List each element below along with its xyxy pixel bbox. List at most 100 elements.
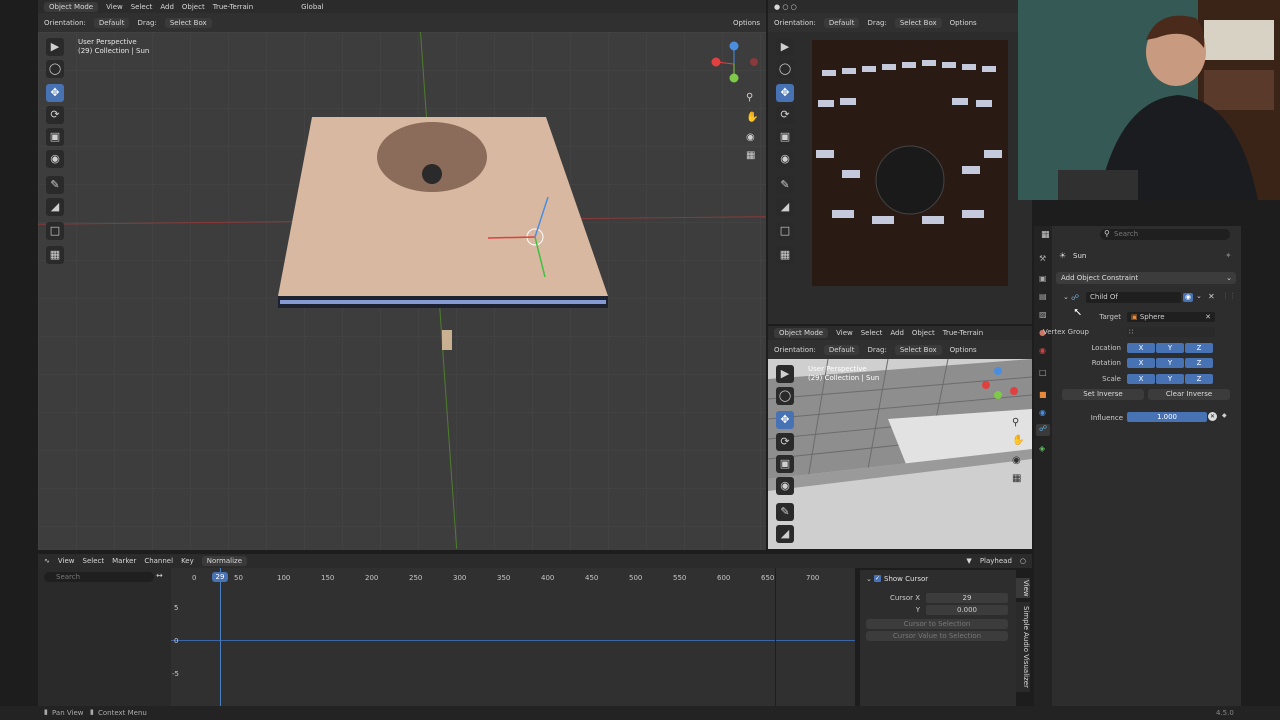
side-menu-view[interactable]: View bbox=[836, 329, 853, 337]
menu-object[interactable]: Object bbox=[182, 3, 205, 11]
mode-dropdown[interactable]: Object Mode bbox=[44, 1, 99, 12]
side-navigation-gizmo[interactable] bbox=[978, 365, 1028, 411]
cursor-to-selection-button[interactable]: Cursor to Selection bbox=[866, 619, 1008, 629]
current-frame-indicator[interactable]: 29 bbox=[212, 572, 228, 582]
location-y-toggle[interactable]: Y bbox=[1156, 343, 1184, 353]
normalize-toggle[interactable]: Normalize bbox=[201, 556, 248, 566]
graph-menu-channel[interactable]: Channel bbox=[144, 557, 173, 565]
graph-area[interactable] bbox=[171, 568, 855, 706]
scale-x-toggle[interactable]: X bbox=[1127, 374, 1155, 384]
render-cursor-tool-icon[interactable]: ◯ bbox=[776, 60, 794, 78]
scale-tool-icon[interactable]: ▣ bbox=[46, 128, 64, 146]
influence-slider[interactable]: 1.000 bbox=[1127, 412, 1207, 422]
cursor-x-field[interactable]: 29 bbox=[926, 593, 1008, 603]
show-cursor-collapse-icon[interactable]: ⌄ bbox=[866, 575, 872, 583]
side-menu-true-terrain[interactable]: True-Terrain bbox=[943, 329, 983, 337]
render-scale-tool-icon[interactable]: ▣ bbox=[776, 128, 794, 146]
side-scale-tool-icon[interactable]: ▣ bbox=[776, 455, 794, 473]
filter-icon[interactable]: ▼ bbox=[966, 557, 971, 565]
side-menu-add[interactable]: Add bbox=[890, 329, 904, 337]
lamp-object[interactable] bbox=[442, 330, 452, 350]
select-tool-icon[interactable]: ▶ bbox=[46, 38, 64, 56]
tab-render-icon[interactable]: ▣ bbox=[1039, 274, 1047, 283]
camera-icon[interactable]: ◉ bbox=[746, 132, 755, 143]
options-button[interactable]: Options bbox=[733, 19, 760, 27]
transform-orientation-dropdown[interactable]: Global bbox=[301, 3, 323, 11]
render-viewport[interactable]: ▶ ◯ ✥ ⟳ ▣ ◉ ✎ ◢ □ ▦ bbox=[768, 32, 1032, 324]
cursor-tool-icon[interactable]: ◯ bbox=[46, 60, 64, 78]
side-rotate-tool-icon[interactable]: ⟳ bbox=[776, 433, 794, 451]
sidebar-tab-audio-visualizer[interactable]: Simple Audio Visualizer bbox=[1016, 602, 1030, 692]
cursor-y-field[interactable]: 0.000 bbox=[926, 605, 1008, 615]
side-pan-hand-icon[interactable]: ✋ bbox=[1012, 435, 1024, 446]
graph-search-field[interactable]: Search bbox=[44, 572, 154, 582]
navigation-gizmo[interactable] bbox=[708, 40, 764, 90]
render-add-plane-tool-icon[interactable]: ▦ bbox=[776, 246, 794, 264]
constraint-menu-icon[interactable]: ⌄ bbox=[1196, 292, 1202, 300]
location-x-toggle[interactable]: X bbox=[1127, 343, 1155, 353]
side-ortho-grid-icon[interactable]: ▦ bbox=[1012, 473, 1021, 484]
set-inverse-button[interactable]: Set Inverse bbox=[1062, 389, 1144, 400]
render-transform-tool-icon[interactable]: ◉ bbox=[776, 150, 794, 168]
render-orientation-dropdown[interactable]: Default bbox=[823, 17, 860, 28]
constraint-delete-icon[interactable]: ✕ bbox=[1208, 292, 1215, 301]
vertex-group-field[interactable]: ∷ bbox=[1127, 327, 1215, 337]
main-viewport[interactable]: User Perspective (29) Collection | Sun ▶… bbox=[38, 32, 766, 550]
rotation-y-toggle[interactable]: Y bbox=[1156, 358, 1184, 368]
add-plane-tool-icon[interactable]: ▦ bbox=[46, 246, 64, 264]
proportional-edit-icon[interactable]: ○ bbox=[1020, 557, 1026, 565]
graph-menu-key[interactable]: Key bbox=[181, 557, 194, 565]
side-menu-object[interactable]: Object bbox=[912, 329, 935, 337]
zoom-icon[interactable]: ⚲ bbox=[746, 92, 753, 103]
side-orientation-dropdown[interactable]: Default bbox=[823, 344, 860, 355]
constraint-collapse-icon[interactable]: ⌄ bbox=[1063, 293, 1069, 301]
tab-constraints-icon[interactable]: ☍ bbox=[1036, 424, 1050, 436]
playhead-dropdown[interactable]: Playhead bbox=[980, 557, 1012, 565]
graph-menu-select[interactable]: Select bbox=[83, 557, 105, 565]
side-viewport[interactable]: User Perspective (29) Collection | Sun ▶… bbox=[768, 359, 1032, 549]
rotation-z-toggle[interactable]: Z bbox=[1185, 358, 1213, 368]
scale-z-toggle[interactable]: Z bbox=[1185, 374, 1213, 384]
measure-tool-icon[interactable]: ◢ bbox=[46, 198, 64, 216]
side-options-button[interactable]: Options bbox=[950, 346, 977, 354]
side-transform-tool-icon[interactable]: ◉ bbox=[776, 477, 794, 495]
drag-handle-icon[interactable]: ⋮⋮ bbox=[1222, 292, 1236, 300]
annotate-tool-icon[interactable]: ✎ bbox=[46, 176, 64, 194]
transform-tool-icon[interactable]: ◉ bbox=[46, 150, 64, 168]
move-tool-icon[interactable]: ✥ bbox=[46, 84, 64, 102]
render-options-button[interactable]: Options bbox=[950, 19, 977, 27]
side-camera-icon[interactable]: ◉ bbox=[1012, 455, 1021, 466]
render-select-tool-icon[interactable]: ▶ bbox=[776, 38, 794, 56]
properties-search-field[interactable]: Search bbox=[1100, 229, 1230, 240]
rotate-tool-icon[interactable]: ⟳ bbox=[46, 106, 64, 124]
location-z-toggle[interactable]: Z bbox=[1185, 343, 1213, 353]
clear-inverse-button[interactable]: Clear Inverse bbox=[1148, 389, 1230, 400]
clear-target-icon[interactable]: ✕ bbox=[1205, 312, 1211, 322]
render-add-cube-tool-icon[interactable]: □ bbox=[776, 222, 794, 240]
show-cursor-checkbox[interactable]: ✓ bbox=[874, 575, 881, 582]
side-annotate-tool-icon[interactable]: ✎ bbox=[776, 503, 794, 521]
menu-true-terrain[interactable]: True-Terrain bbox=[213, 3, 253, 11]
swap-arrows-icon[interactable]: ↔ bbox=[156, 571, 163, 580]
target-field[interactable]: ▣ Sphere ✕ bbox=[1127, 312, 1215, 322]
constraint-name-field[interactable]: Child Of bbox=[1086, 292, 1181, 303]
side-mode-dropdown[interactable]: Object Mode bbox=[774, 328, 829, 338]
tab-physics-icon[interactable]: ◉ bbox=[1039, 408, 1046, 417]
rotation-x-toggle[interactable]: X bbox=[1127, 358, 1155, 368]
sidebar-tab-view[interactable]: View bbox=[1016, 578, 1030, 598]
render-measure-tool-icon[interactable]: ◢ bbox=[776, 198, 794, 216]
side-select-tool-icon[interactable]: ▶ bbox=[776, 365, 794, 383]
keyframe-dot-icon[interactable]: ◆ bbox=[1222, 412, 1227, 419]
scale-y-toggle[interactable]: Y bbox=[1156, 374, 1184, 384]
render-annotate-tool-icon[interactable]: ✎ bbox=[776, 176, 794, 194]
tab-tool-icon[interactable]: ⚒ bbox=[1039, 254, 1046, 263]
side-cursor-tool-icon[interactable]: ◯ bbox=[776, 387, 794, 405]
side-drag-dropdown[interactable]: Select Box bbox=[894, 344, 942, 355]
tab-data-icon[interactable]: ◈ bbox=[1039, 444, 1045, 453]
add-cube-tool-icon[interactable]: □ bbox=[46, 222, 64, 240]
tab-output-icon[interactable]: ▤ bbox=[1039, 292, 1047, 301]
influence-disable-icon[interactable]: ✕ bbox=[1208, 412, 1217, 421]
side-measure-tool-icon[interactable]: ◢ bbox=[776, 525, 794, 543]
pin-icon[interactable]: ✦ bbox=[1225, 251, 1232, 260]
sun-gizmo[interactable] bbox=[478, 192, 568, 292]
